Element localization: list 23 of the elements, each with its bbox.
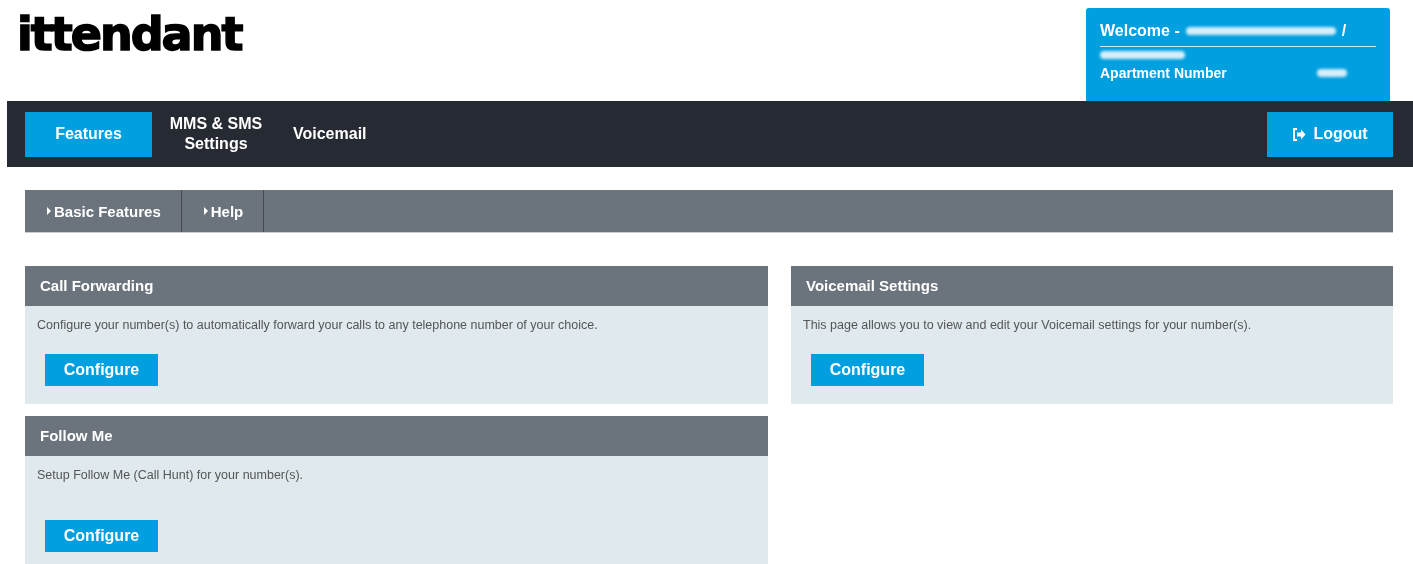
card-description: This page allows you to view and edit your Voicemail settings for your number(s).	[803, 318, 1253, 332]
card-title: Call Forwarding	[25, 266, 768, 306]
separator-text: /	[1341, 22, 1347, 40]
welcome-text: Welcome -	[1100, 22, 1180, 40]
sub-navigation-link[interactable]: Help	[181, 190, 265, 232]
nav-tab[interactable]: Features	[25, 111, 152, 157]
configure-button[interactable]: Configure	[45, 354, 158, 386]
card-title: Follow Me	[25, 416, 768, 456]
redacted-text	[1316, 69, 1347, 77]
configure-button[interactable]: Configure	[811, 354, 924, 386]
logout-button[interactable]: Logout	[1267, 111, 1393, 157]
nav-tab[interactable]: MMS & SMS Settings	[152, 111, 280, 157]
apartment-label: Apartment Number	[1100, 65, 1227, 81]
logout-icon	[1292, 127, 1307, 141]
configure-button[interactable]: Configure	[45, 520, 158, 552]
logo: ittendant	[17, 8, 242, 60]
sub-navigation-link[interactable]: Basic Features	[25, 190, 182, 232]
caret-icon	[203, 207, 208, 215]
card-description: Configure your number(s) to automatically forward your calls to any telephone number of your choice.	[37, 318, 599, 332]
nav-tab[interactable]: Voicemail	[280, 111, 380, 157]
caret-icon	[47, 207, 51, 215]
card-title: Voicemail Settings	[791, 266, 1393, 306]
card-description: Setup Follow Me (Call Hunt) for your number(s).	[37, 468, 305, 482]
